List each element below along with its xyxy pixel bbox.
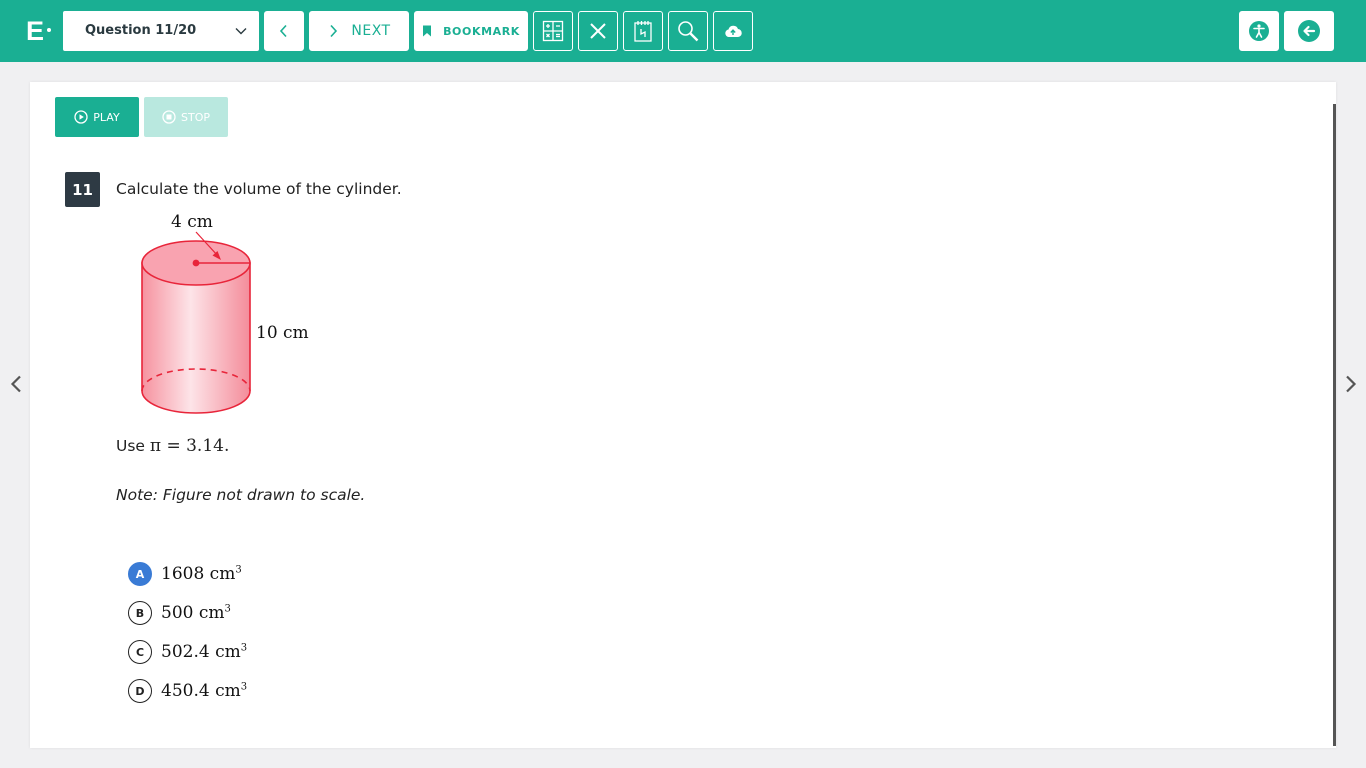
- previous-question-arrow[interactable]: [6, 374, 26, 394]
- option-letter: D: [128, 679, 152, 703]
- scrollbar[interactable]: [1333, 104, 1336, 746]
- option-value: 1608 cm3: [161, 564, 242, 584]
- stop-label: STOP: [181, 110, 210, 124]
- bookmark-button[interactable]: BOOKMARK: [414, 11, 528, 51]
- chevron-down-icon: [235, 28, 247, 35]
- play-icon: [74, 110, 88, 124]
- exit-arrow-icon: [1298, 20, 1320, 42]
- calculator-button[interactable]: [533, 11, 573, 51]
- option-c[interactable]: C 502.4 cm3: [128, 639, 247, 665]
- cloud-upload-icon: [725, 25, 742, 38]
- question-number-badge: 11: [65, 172, 100, 207]
- option-d[interactable]: D 450.4 cm3: [128, 678, 247, 704]
- notepad-button[interactable]: [623, 11, 663, 51]
- question-text: Calculate the volume of the cylinder.: [116, 180, 402, 198]
- save-button[interactable]: [713, 11, 753, 51]
- next-question-arrow[interactable]: [1341, 374, 1361, 394]
- figure-note: Note: Figure not drawn to scale.: [116, 486, 366, 504]
- cylinder-figure: 4 cm 10 cm: [141, 212, 309, 414]
- option-value: 450.4 cm3: [161, 681, 248, 701]
- radius-label: 4 cm: [171, 212, 213, 232]
- play-label: PLAY: [93, 110, 120, 124]
- previous-button[interactable]: [264, 11, 304, 51]
- stop-icon: [162, 110, 176, 124]
- accessibility-button[interactable]: [1239, 11, 1279, 51]
- option-value: 502.4 cm3: [161, 642, 248, 662]
- chevron-right-icon: [330, 24, 338, 38]
- bookmark-icon: [423, 25, 432, 37]
- option-letter: B: [128, 601, 152, 625]
- chevron-right-icon: [1346, 375, 1357, 393]
- option-b[interactable]: B 500 cm3: [128, 600, 231, 626]
- chevron-left-icon: [10, 375, 21, 393]
- eliminate-button[interactable]: [578, 11, 618, 51]
- close-icon: [590, 23, 606, 39]
- question-card: PLAY STOP 11 Calculate the volume of the…: [30, 82, 1336, 748]
- logo-dot: [47, 27, 52, 32]
- top-toolbar: E Question 11/20 NEXT BOOKMARK: [0, 0, 1366, 62]
- option-letter: C: [128, 640, 152, 664]
- question-select-label: Question 11/20: [85, 23, 197, 38]
- option-a[interactable]: A 1608 cm3: [128, 561, 242, 587]
- exit-button[interactable]: [1284, 11, 1334, 51]
- next-label: NEXT: [351, 23, 391, 39]
- accessibility-icon: [1249, 21, 1269, 41]
- question-select[interactable]: Question 11/20: [63, 11, 259, 51]
- pi-instruction: Use π = 3.14.: [116, 436, 229, 456]
- calculator-icon: [542, 20, 564, 42]
- next-button[interactable]: NEXT: [309, 11, 409, 51]
- play-button[interactable]: PLAY: [55, 97, 139, 137]
- app-logo: E: [26, 16, 52, 46]
- notepad-icon: [634, 21, 652, 42]
- option-value: 500 cm3: [161, 603, 231, 623]
- magnifier-button[interactable]: [668, 11, 708, 51]
- logo-text: E: [26, 16, 45, 46]
- pi-value: π = 3.14.: [149, 436, 230, 456]
- option-letter: A: [128, 562, 152, 586]
- bookmark-label: BOOKMARK: [443, 24, 520, 38]
- search-icon: [678, 21, 699, 42]
- stop-button: STOP: [144, 97, 228, 137]
- pi-prefix: Use: [116, 437, 150, 455]
- height-label: 10 cm: [256, 323, 309, 343]
- chevron-left-icon: [279, 24, 287, 38]
